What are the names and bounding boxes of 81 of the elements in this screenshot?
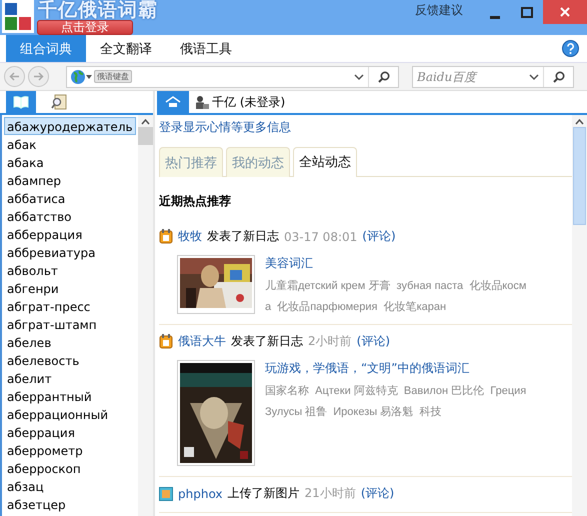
- word-item[interactable]: абзетцер: [4, 495, 69, 513]
- feed-action: 上传了新图片: [228, 485, 300, 502]
- menu-tab[interactable]: 组合词典: [6, 35, 86, 62]
- scroll-up-icon[interactable]: [141, 119, 150, 125]
- post-title-link[interactable]: 玩游戏，学俄语，“文明”中的俄语词汇: [265, 360, 526, 377]
- globe-icon[interactable]: [70, 68, 86, 84]
- scrollbar-thumb[interactable]: [138, 127, 153, 145]
- feed-action: 发表了新日志: [207, 228, 279, 245]
- word-item[interactable]: абвольт: [4, 261, 61, 279]
- search-icon: [552, 70, 564, 82]
- word-item[interactable]: аберрометр: [4, 441, 86, 459]
- search-input[interactable]: Baidu百度: [413, 70, 529, 84]
- tag-text: Зулусы 祖鲁 Ирокезы 易洛魁 科技: [265, 405, 442, 419]
- keyboard-badge[interactable]: 俄语键盘: [94, 70, 132, 83]
- close-icon: [559, 6, 571, 18]
- tag-text: 儿童霜детский крем 牙膏 зубная паста 化妆品косм: [265, 278, 526, 293]
- comment-link[interactable]: (评论): [360, 485, 394, 502]
- word-item[interactable]: аббатство: [4, 207, 74, 225]
- back-arrow-icon: [9, 71, 20, 82]
- search-engine-field[interactable]: Baidu百度: [412, 66, 574, 88]
- tag-text: а 化妆品парфюмерия 化妆笔каран: [265, 300, 448, 314]
- word-item[interactable]: абграт-штамп: [4, 315, 100, 333]
- feed-action: 发表了新日志: [231, 333, 303, 350]
- word-item[interactable]: абампер: [4, 171, 64, 189]
- scroll-up-icon[interactable]: [575, 119, 584, 125]
- dropdown-chevron-icon[interactable]: [529, 72, 539, 80]
- word-item[interactable]: абберрация: [4, 225, 86, 243]
- word-item[interactable]: абажуродержатель: [4, 117, 136, 135]
- user-link[interactable]: 牧牧: [178, 228, 202, 245]
- minimize-icon: [490, 16, 500, 18]
- user-link[interactable]: phphox: [178, 486, 223, 500]
- word-item[interactable]: абака: [4, 153, 47, 171]
- word-item[interactable]: абелевость: [4, 351, 82, 369]
- word-item[interactable]: аббатиса: [4, 189, 68, 207]
- caret-icon[interactable]: [86, 74, 92, 78]
- comment-link[interactable]: (评论): [362, 228, 396, 245]
- menu-tab[interactable]: 俄语工具: [166, 35, 246, 62]
- word-item[interactable]: аберрантный: [4, 387, 95, 405]
- app-logo: [2, 0, 34, 33]
- notebook-icon: [159, 334, 173, 349]
- timestamp: 2小时前: [308, 333, 352, 350]
- help-icon[interactable]: [562, 40, 579, 57]
- maximize-icon: [521, 7, 533, 19]
- login-button[interactable]: 点击登录: [37, 20, 133, 35]
- comment-link[interactable]: (评论): [356, 333, 390, 350]
- post-title-link[interactable]: 美容词汇: [265, 255, 526, 272]
- panel-tab[interactable]: [157, 91, 189, 113]
- dropdown-chevron-icon[interactable]: [354, 72, 364, 80]
- word-item[interactable]: аббревиатура: [4, 243, 98, 261]
- word-item[interactable]: абелев: [4, 333, 54, 351]
- home-icon: [165, 96, 181, 108]
- word-item[interactable]: аберроскоп: [4, 459, 84, 477]
- word-item[interactable]: абелит: [4, 369, 55, 387]
- address-field[interactable]: 俄语键盘: [66, 66, 399, 88]
- book-icon: [13, 95, 29, 109]
- word-item[interactable]: аберрация: [4, 423, 78, 441]
- forward-arrow-icon: [33, 71, 44, 82]
- login-hint-link[interactable]: 登录显示心情等更多信息: [159, 119, 572, 136]
- tag-text: 国家名称 Ацтеки 阿兹特克 Вавилон 巴比伦 Греция: [265, 384, 526, 398]
- user-label: 千亿 (未登录): [212, 94, 286, 110]
- timestamp: 21小时前: [304, 485, 356, 502]
- word-item[interactable]: аберрационный: [4, 405, 111, 423]
- scrollbar-thumb[interactable]: [573, 127, 586, 225]
- feed-tab[interactable]: 全站动态: [293, 147, 357, 177]
- close-button[interactable]: [543, 0, 587, 24]
- photo-icon: [159, 486, 173, 500]
- feedback-link[interactable]: 反馈建议: [415, 2, 463, 19]
- word-item[interactable]: абгенри: [4, 279, 62, 297]
- notebook-icon: [159, 229, 173, 244]
- menu-tab[interactable]: 全文翻译: [86, 35, 166, 62]
- magnifier-icon: [51, 94, 67, 110]
- section-title: 近期热点推荐: [159, 193, 232, 210]
- user-link[interactable]: 俄语大牛: [178, 333, 226, 350]
- search-icon: [378, 70, 390, 82]
- word-item[interactable]: абзац: [4, 477, 47, 495]
- user-icon: [195, 95, 209, 109]
- word-item[interactable]: абак: [4, 135, 40, 153]
- app-title: 千亿俄语词霸: [38, 0, 158, 20]
- panel-tab[interactable]: [6, 91, 36, 113]
- word-item[interactable]: абграт-пресс: [4, 297, 94, 315]
- timestamp: 03-17 08:01: [284, 230, 358, 244]
